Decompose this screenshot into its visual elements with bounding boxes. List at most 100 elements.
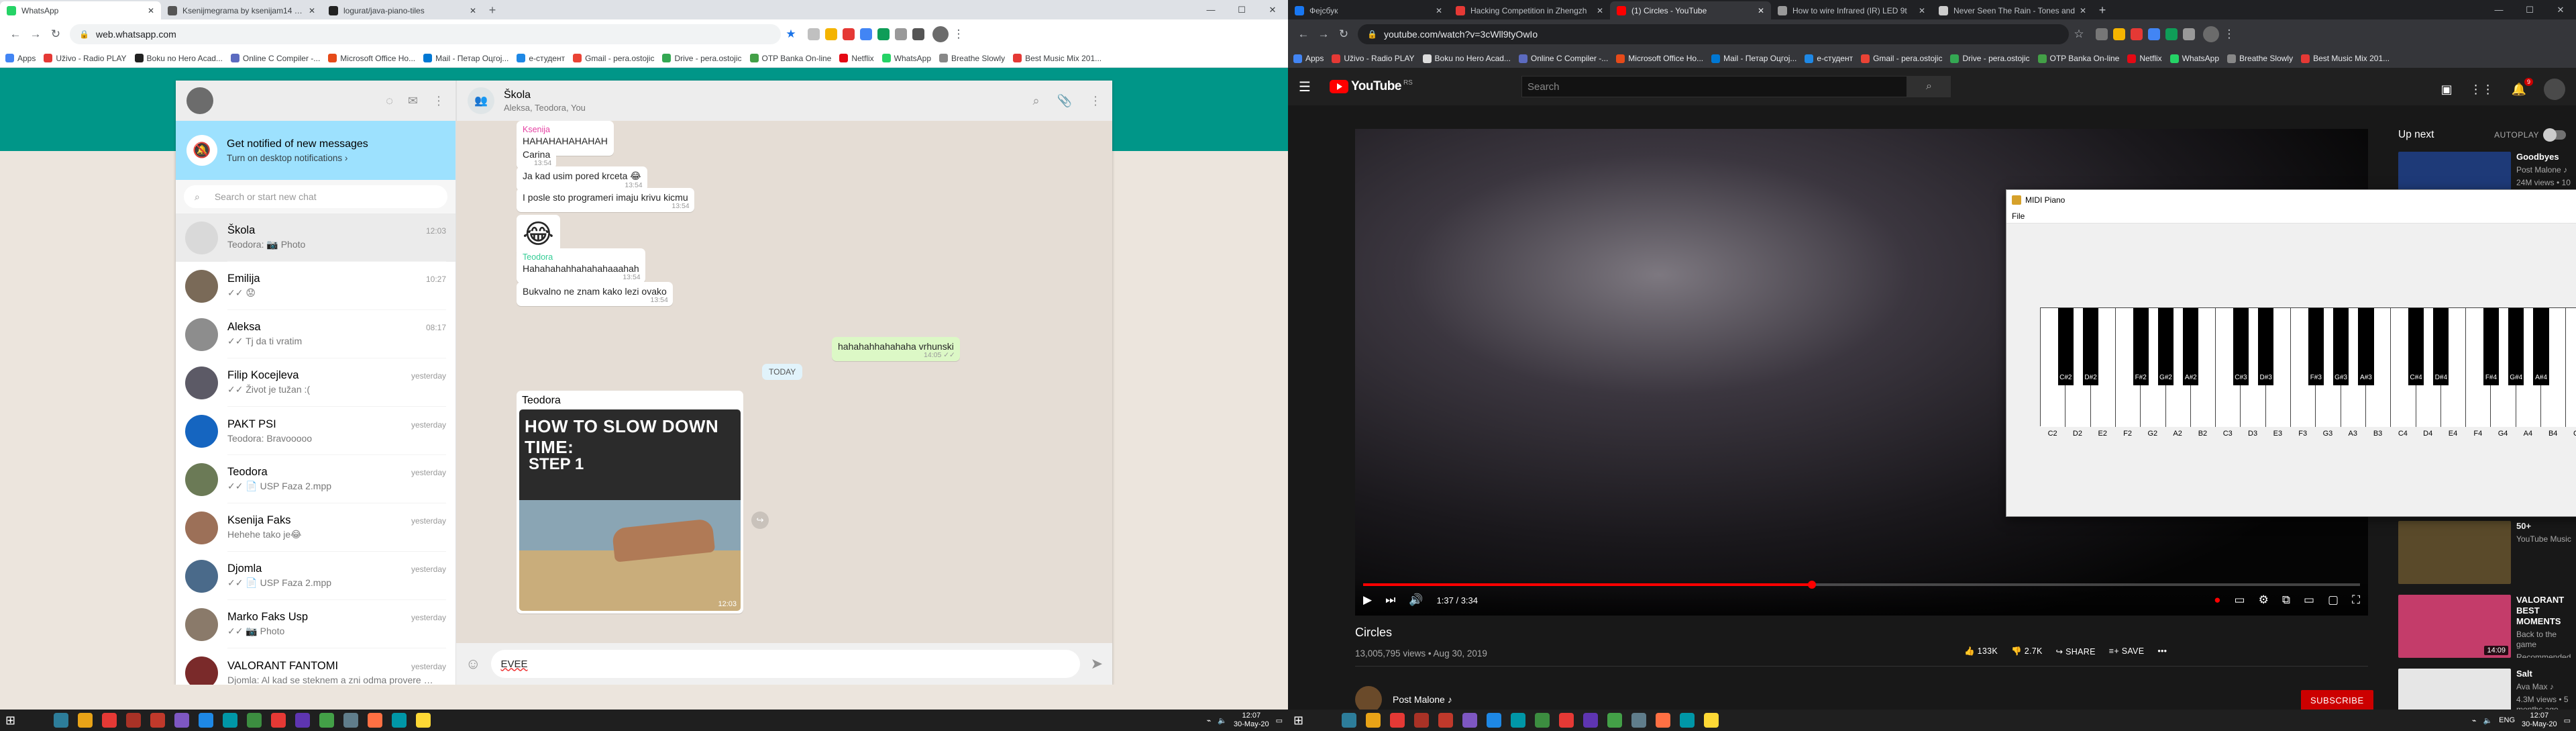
youtube-logo[interactable]: YouTube RS — [1330, 79, 1413, 94]
browser-tab[interactable]: logurat/java-piano-tiles ✕ — [322, 1, 483, 19]
search-input[interactable]: Search — [1521, 76, 1907, 97]
extension-icon[interactable] — [808, 28, 820, 40]
piano-black-key[interactable]: C#4 — [2408, 308, 2424, 385]
window-titlebar[interactable]: MIDI Piano — ☐ ✕ — [2006, 190, 2576, 210]
new-tab-button[interactable]: + — [2093, 1, 2112, 19]
theater-icon[interactable]: ▭ — [2304, 593, 2314, 607]
taskbar-app-icon[interactable] — [1535, 713, 1550, 728]
extension-icon[interactable] — [860, 28, 872, 40]
chat-list-item[interactable]: Ksenija Faks yesterday Hehehe tako je😂 — [176, 503, 455, 552]
back-icon[interactable]: ← — [1293, 24, 1313, 44]
bell-icon[interactable]: 🔔 9 — [2512, 77, 2533, 97]
taskbar-app-icon[interactable] — [1414, 713, 1429, 728]
tab-close-icon[interactable]: ✕ — [1597, 6, 1603, 15]
taskbar-app-icon[interactable] — [1631, 713, 1646, 728]
taskbar-app-icon[interactable] — [174, 713, 189, 728]
volume-icon[interactable]: 🔊 — [1409, 593, 1423, 607]
extension-icon[interactable] — [843, 28, 855, 40]
chat-list-item[interactable]: Teodora yesterday ✓✓ 📄 USP Faza 2.mpp — [176, 455, 455, 503]
tab-close-icon[interactable]: ✕ — [1919, 6, 1925, 15]
taskbar-app-icon[interactable] — [416, 713, 431, 728]
taskbar-app-icon[interactable] — [199, 713, 213, 728]
language-indicator[interactable]: ENG — [2499, 716, 2515, 724]
extension-icon[interactable] — [2165, 28, 2178, 40]
forward-icon[interactable]: ↪ — [751, 511, 769, 529]
piano-black-key[interactable]: A#4 — [2533, 308, 2549, 385]
taskbar-app-icon[interactable] — [78, 713, 93, 728]
piano-black-key[interactable]: G#2 — [2157, 308, 2174, 385]
piano-black-key[interactable]: C#3 — [2233, 308, 2249, 385]
taskbar-app-icon[interactable] — [1656, 713, 1670, 728]
close-icon[interactable]: ✕ — [1257, 0, 1288, 19]
piano-black-key[interactable]: G#3 — [2333, 308, 2349, 385]
menu-icon[interactable]: ⋮ — [1089, 94, 1102, 108]
miniplayer-icon[interactable]: ⧉ — [2282, 593, 2290, 607]
bookmark-item[interactable]: Uživo - Radio PLAY — [1332, 54, 1415, 63]
status-icon[interactable]: ◌ — [386, 94, 393, 108]
forward-icon[interactable]: → — [1313, 24, 1334, 44]
menu-file[interactable]: File — [2012, 211, 2025, 221]
tab-close-icon[interactable]: ✕ — [148, 6, 154, 15]
autoplay-toggle[interactable] — [2543, 128, 2566, 142]
attach-icon[interactable]: 📎 — [1057, 94, 1072, 108]
taskbar-app-icon[interactable] — [1487, 713, 1501, 728]
star-icon[interactable]: ★ — [781, 24, 801, 44]
tab-close-icon[interactable]: ✕ — [1758, 6, 1764, 15]
chat-list-item[interactable]: Djomla yesterday ✓✓ 📄 USP Faza 2.mpp — [176, 552, 455, 600]
close-icon[interactable]: ✕ — [2545, 0, 2576, 19]
subtitles-icon[interactable]: ▭ — [2235, 593, 2245, 607]
network-icon[interactable]: ⌁ — [2472, 716, 2477, 725]
minimize-icon[interactable]: — — [2483, 0, 2514, 19]
taskbar-app-icon[interactable] — [319, 713, 334, 728]
taskbar-app-icon[interactable] — [1680, 713, 1695, 728]
hamburger-icon[interactable]: ☰ — [1299, 79, 1326, 95]
new-chat-icon[interactable]: ✉ — [408, 94, 418, 108]
create-video-icon[interactable]: ▣ — [2441, 83, 2453, 97]
bookmark-item[interactable]: OTP Banka On-line — [749, 54, 831, 63]
extension-icon[interactable] — [2183, 28, 2195, 40]
my-avatar[interactable] — [186, 87, 213, 114]
browser-tab[interactable]: (1) Circles - YouTube ✕ — [1610, 1, 1771, 19]
fullscreen-icon[interactable]: ⛶ — [2352, 593, 2360, 607]
next-icon[interactable]: ⏭ — [1385, 593, 1395, 607]
notification-banner[interactable]: 🔕 Get notified of new messages Turn on d… — [176, 121, 455, 180]
chat-list-item[interactable]: Aleksa 08:17 ✓✓ Tj da ti vratim — [176, 310, 455, 358]
account-avatar[interactable] — [2544, 79, 2565, 100]
extension-icon[interactable] — [2113, 28, 2125, 40]
browser-tab[interactable]: Hacking Competition in Zhengzh ✕ — [1449, 1, 1610, 19]
taskbar-app-icon[interactable] — [1583, 713, 1598, 728]
bookmark-item[interactable]: OTP Banka On-line — [2037, 54, 2119, 63]
taskbar-app-icon[interactable] — [1390, 713, 1405, 728]
profile-avatar[interactable] — [932, 26, 949, 42]
menu-icon[interactable]: ⋮ — [433, 94, 445, 108]
bookmark-item[interactable]: Mail - Петар Оцгој... — [1711, 54, 1796, 63]
tab-close-icon[interactable]: ✕ — [2080, 6, 2086, 15]
menu-dots-icon[interactable]: ⋮ — [949, 24, 969, 44]
volume-icon[interactable]: 🔈 — [2483, 716, 2492, 725]
chat-list-item[interactable]: Marko Faks Usp yesterday ✓✓ 📷 Photo — [176, 600, 455, 648]
bookmark-item[interactable]: Drive - pera.ostojic — [662, 54, 742, 63]
piano-black-key[interactable]: A#2 — [2183, 308, 2199, 385]
taskbar-app-icon[interactable] — [1462, 713, 1477, 728]
more-button[interactable]: ••• — [2157, 646, 2167, 656]
conversation-header[interactable]: 👥 Škola Aleksa, Teodora, You ⌕ 📎 ⋮ — [456, 81, 1112, 121]
search-input[interactable]: ⌕ Search or start new chat — [184, 185, 447, 208]
bookmark-item[interactable]: Netflix — [2127, 54, 2162, 63]
taskbar-app-icon[interactable] — [295, 713, 310, 728]
taskbar-app-icon[interactable] — [1366, 713, 1381, 728]
bookmark-item[interactable]: Online C Compiler -... — [230, 54, 320, 63]
taskbar-app-icon[interactable] — [54, 713, 68, 728]
bookmark-item[interactable]: WhatsApp — [881, 54, 931, 63]
bookmark-item[interactable]: Breathe Slowly — [2227, 54, 2293, 63]
search-icon[interactable] — [30, 713, 44, 728]
emoji-icon[interactable]: ☺ — [466, 655, 480, 673]
video-thumbnail[interactable] — [2398, 521, 2511, 584]
video-thumbnail[interactable]: 14:09 — [2398, 595, 2511, 658]
piano-black-key[interactable]: A#3 — [2358, 308, 2374, 385]
extension-icon[interactable] — [877, 28, 890, 40]
taskbar-app-icon[interactable] — [1342, 713, 1356, 728]
chat-list-item[interactable]: PAKT PSI yesterday Teodora: Bravooooo — [176, 407, 455, 455]
piano-black-key[interactable]: F#4 — [2483, 308, 2500, 385]
piano-black-key[interactable]: D#4 — [2433, 308, 2449, 385]
back-icon[interactable]: ← — [5, 24, 25, 44]
